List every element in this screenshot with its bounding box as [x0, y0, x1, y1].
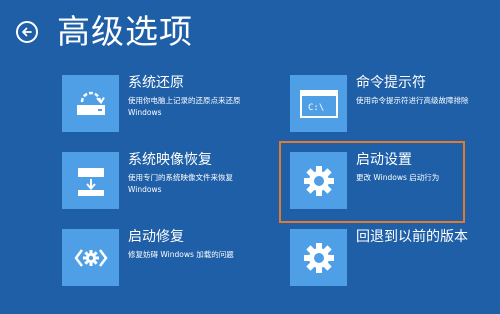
back-button[interactable] [16, 21, 38, 43]
svg-text:C:\: C:\ [308, 103, 324, 113]
option-description: 使用命令提示符进行高级故障排除 [356, 96, 469, 105]
command-prompt-icon: C:\ [290, 75, 347, 132]
selection-highlight [279, 141, 465, 223]
option-label: 启动修复 [128, 229, 184, 245]
option-label: 系统映像恢复 [128, 152, 212, 168]
option-label: 命令提示符 [356, 75, 426, 91]
startup-repair-icon [62, 229, 119, 286]
restore-icon [62, 75, 119, 132]
option-description: 修复妨碍 Windows 加载的问题 [128, 250, 234, 259]
back-arrow-icon [22, 27, 32, 37]
option-label: 系统还原 [128, 75, 184, 91]
page-title: 高级选项 [57, 12, 193, 51]
image-recovery-icon [62, 152, 119, 209]
option-label: 回退到以前的版本 [356, 229, 468, 245]
gear-icon [290, 229, 347, 286]
option-description: 使用专门的系统映像文件来恢复 Windows [128, 173, 233, 194]
option-description: 使用你电脑上记录的还原点来还原 Windows [128, 96, 241, 117]
